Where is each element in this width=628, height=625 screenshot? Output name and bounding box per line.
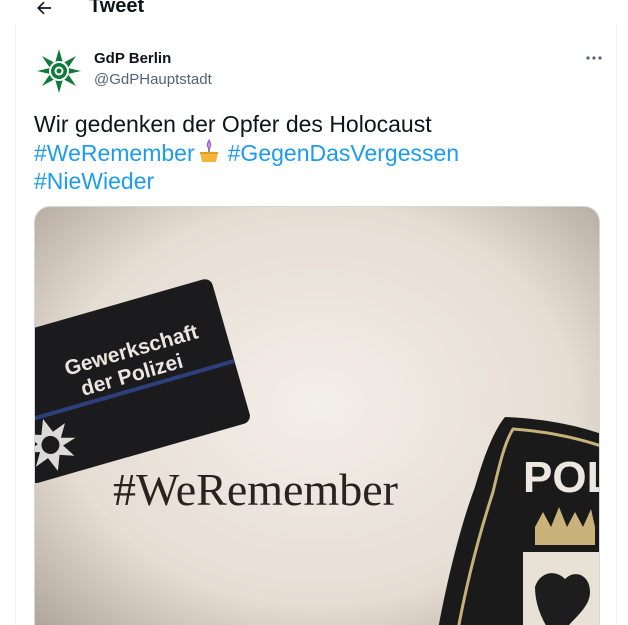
candle-icon — [198, 138, 220, 162]
tweet-text: Wir gedenken der Opfer des Holocaust #We… — [34, 110, 594, 195]
tweet-media-image[interactable]: Gewerkschaft der Polizei POL — [34, 206, 600, 625]
hashtag-niewieder[interactable]: #NieWieder — [34, 168, 154, 194]
police-star-logo — [36, 48, 82, 94]
badge-text: POL — [523, 453, 600, 502]
image-hashtag-text: #WeRemember — [113, 464, 398, 515]
page-title: Tweet — [89, 0, 145, 17]
more-dots-icon — [586, 56, 602, 60]
more-options-button[interactable] — [580, 46, 608, 70]
tweet-text-line-3: #NieWieder — [34, 167, 594, 195]
avatar[interactable] — [36, 48, 82, 94]
top-bar: Tweet — [0, 0, 628, 26]
tweet-text-line-1: Wir gedenken der Opfer des Holocaust — [34, 111, 432, 137]
hashtag-gegendasvergessen[interactable]: #GegenDasVergessen — [228, 140, 459, 166]
arrow-left-icon — [37, 1, 52, 15]
back-button[interactable] — [28, 0, 60, 24]
author-name[interactable]: GdP Berlin — [94, 50, 171, 67]
hashtag-weremember[interactable]: #WeRemember — [34, 140, 195, 166]
tweet-text-line-2: #WeRemember #GegenDasVergessen — [34, 138, 594, 167]
author-handle[interactable]: @GdPHauptstadt — [94, 71, 212, 88]
tweet-card: GdP Berlin @GdPHauptstadt Wir gedenken d… — [15, 24, 617, 625]
